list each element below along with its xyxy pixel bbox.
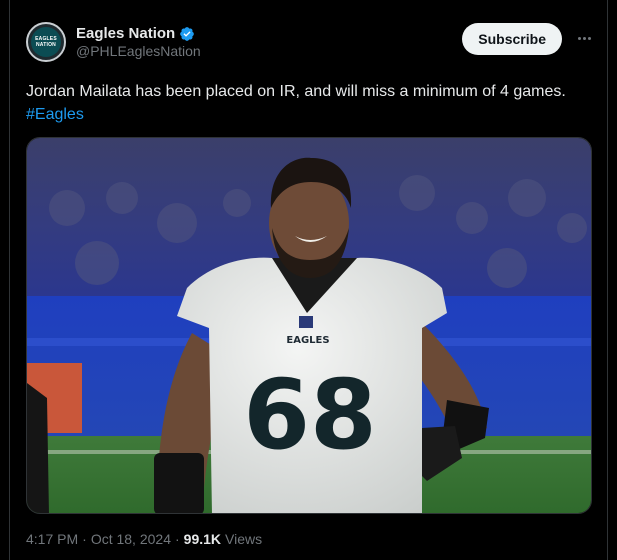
author-names: Eagles Nation @PHLEaglesNation	[76, 25, 201, 59]
meta-separator: ·	[82, 531, 87, 547]
views-count: 99.1K	[183, 531, 222, 547]
display-name[interactable]: Eagles Nation	[76, 25, 175, 42]
meta-separator-2: ·	[174, 531, 180, 547]
jersey-wordmark: EAGLES	[286, 335, 329, 346]
views-label: Views	[225, 531, 263, 547]
tweet-photo[interactable]: EAGLES 68	[26, 137, 592, 514]
more-horizontal-icon[interactable]	[574, 28, 594, 48]
timeline-border-right	[607, 0, 608, 560]
tweet-time[interactable]: 4:17 PM	[26, 531, 78, 547]
verified-badge-icon	[180, 26, 195, 41]
avatar-text-line2: NATION	[35, 42, 56, 48]
timeline-border-left	[9, 0, 10, 560]
tweet[interactable]: EAGLES NATION Eagles Nation @PHLEaglesNa…	[26, 20, 594, 547]
handle[interactable]: @PHLEaglesNation	[76, 43, 201, 59]
tweet-body: Jordan Mailata has been placed on IR, an…	[26, 83, 566, 100]
avatar-logo: EAGLES NATION	[31, 27, 61, 57]
tweet-text: Jordan Mailata has been placed on IR, an…	[26, 80, 606, 126]
player-photo: EAGLES 68	[27, 138, 591, 513]
tweet-date[interactable]: Oct 18, 2024	[91, 531, 171, 547]
jersey-number: 68	[243, 359, 377, 471]
tweet-meta: 4:17 PM · Oct 18, 2024 · 99.1K Views	[26, 531, 594, 547]
subscribe-button[interactable]: Subscribe	[462, 23, 562, 55]
avatar[interactable]: EAGLES NATION	[26, 22, 66, 62]
tweet-header: EAGLES NATION Eagles Nation @PHLEaglesNa…	[26, 20, 594, 64]
hashtag-link[interactable]: #Eagles	[26, 103, 606, 126]
